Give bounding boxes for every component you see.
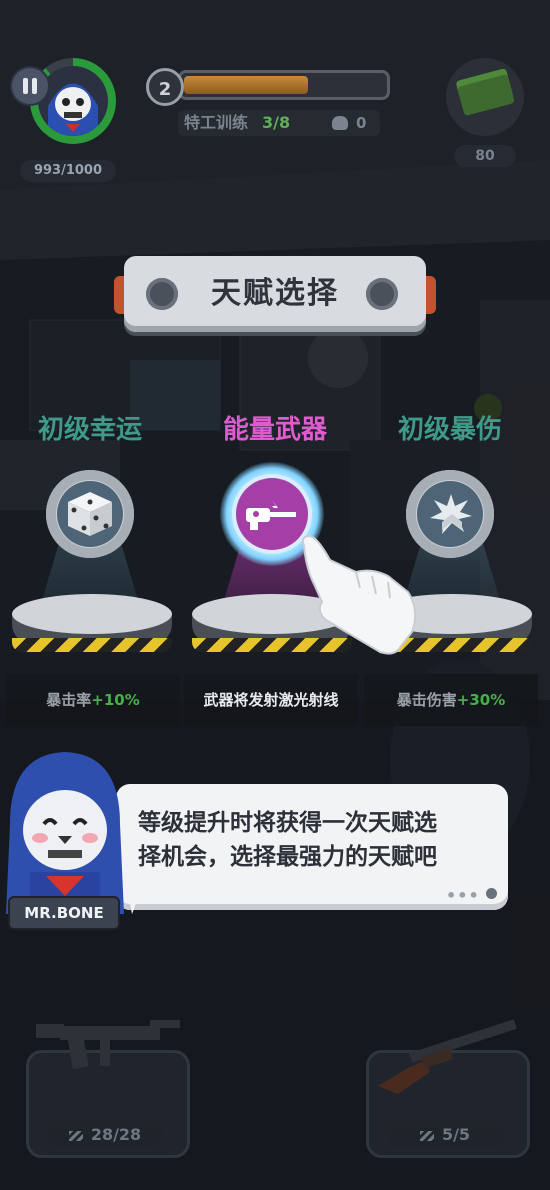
laser-gun-icon xyxy=(246,500,296,530)
dice-icon xyxy=(68,492,112,536)
desc-bonus: +10% xyxy=(91,691,140,709)
tutorial-text-line: 等级提升时将获得一次天赋选 xyxy=(138,810,437,836)
rivet-icon xyxy=(146,278,178,310)
kill-count: 0 xyxy=(356,114,367,132)
skull-icon xyxy=(332,116,348,130)
talent-desc-crit-damage: 暴击伤害+30% xyxy=(364,674,538,726)
talent-name-energy-weapon[interactable]: 能量武器 xyxy=(185,410,365,450)
ammo-count: 5/5 xyxy=(441,1125,471,1144)
level-badge: 2 xyxy=(146,68,184,106)
cash-amount: 80 xyxy=(454,145,516,167)
talent-name-crit-damage[interactable]: 初级暴伤 xyxy=(360,410,540,450)
talent-title: 天赋选择 xyxy=(211,276,339,311)
tutorial-hand-pointer-icon xyxy=(301,534,417,655)
hazard-stripe xyxy=(12,638,172,652)
ammo-icon xyxy=(419,1130,434,1141)
ammo-counter-primary: 28/28 xyxy=(46,1122,164,1148)
xp-bar-fill xyxy=(184,76,308,94)
task-progress: 3/8 xyxy=(262,113,291,132)
ammo-counter-secondary: 5/5 xyxy=(386,1122,504,1148)
talent-desc-luck: 暴击率+10% xyxy=(6,674,180,726)
skull-avatar-icon xyxy=(48,83,98,136)
more-dots-icon: ••• xyxy=(446,886,480,905)
desc-label: 暴击伤害 xyxy=(396,691,457,709)
rivet-icon xyxy=(366,278,398,310)
tutorial-text-line: 择机会，选择最强力的天赋吧 xyxy=(138,844,437,870)
talent-name-luck[interactable]: 初级幸运 xyxy=(0,410,180,450)
talent-desc-energy-weapon: 武器将发射激光射线 xyxy=(184,674,358,726)
desc-bonus: +30% xyxy=(456,691,506,709)
player-avatar xyxy=(38,66,108,136)
ammo-count: 28/28 xyxy=(90,1125,142,1144)
task-label: 特工训练 xyxy=(184,113,249,132)
pause-button[interactable] xyxy=(10,66,50,106)
speaker-name-tag: MR.BONE xyxy=(8,896,120,930)
smg-icon xyxy=(36,1020,180,1070)
hp-counter: 993/1000 xyxy=(20,160,116,182)
desc-label: 暴击率 xyxy=(46,691,92,709)
explosion-icon xyxy=(430,494,472,534)
tutorial-text: 等级提升时将获得一次天赋选 择机会，选择最强力的天赋吧 xyxy=(138,806,478,874)
ammo-icon xyxy=(68,1130,83,1141)
pedestal-top xyxy=(12,594,172,634)
shotgun-icon xyxy=(378,1019,517,1094)
next-indicator-icon[interactable] xyxy=(486,888,497,899)
